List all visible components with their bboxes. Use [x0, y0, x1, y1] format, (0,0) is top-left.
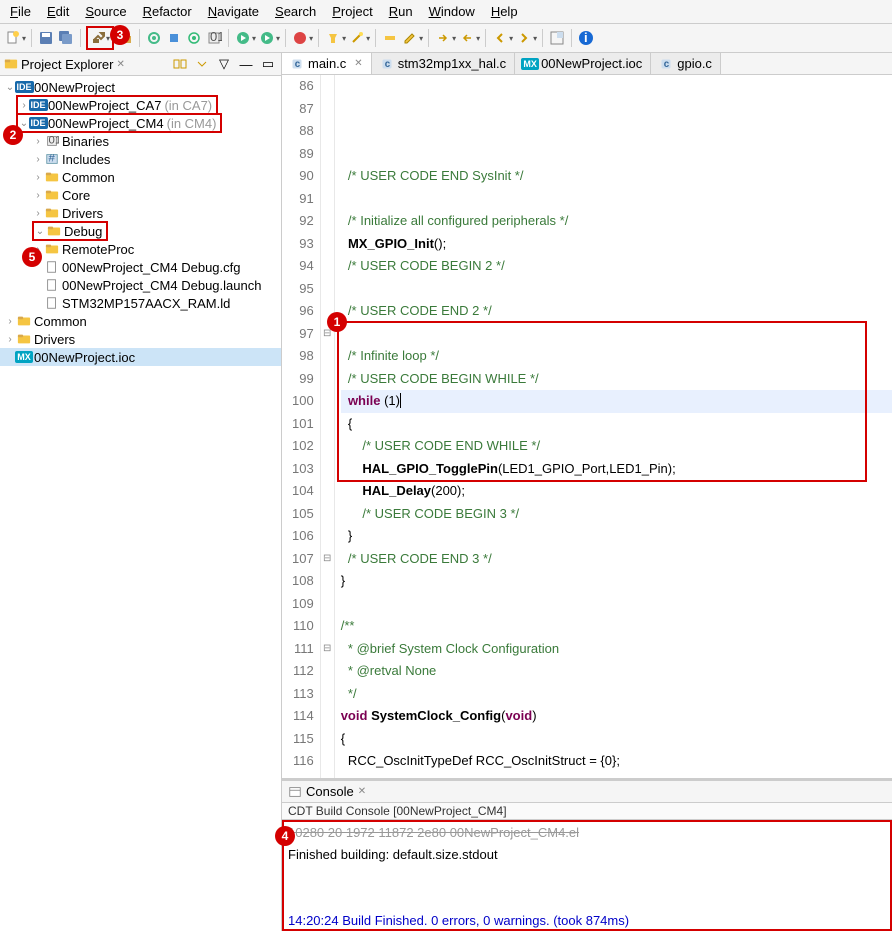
svg-text:01: 01	[49, 135, 60, 147]
menu-navigate[interactable]: Navigate	[202, 2, 265, 21]
menubar: FileEditSource RefactorNavigateSearchProj…	[0, 0, 892, 24]
stop-icon[interactable]	[291, 29, 309, 47]
menu-edit[interactable]: Edit	[41, 2, 75, 21]
menu-source[interactable]: Source	[79, 2, 132, 21]
debug-button[interactable]	[234, 29, 252, 47]
new-dropdown[interactable]: ▾	[22, 34, 26, 43]
editor-tab[interactable]: MX00NewProject.ioc	[515, 53, 651, 74]
tree-item[interactable]: 00NewProject_CM4 Debug.cfg	[0, 258, 281, 276]
binary-icon[interactable]: 010	[205, 29, 223, 47]
project-explorer: Project Explorer ✕ ▽ — ▭ ⌄IDE00NewProjec…	[0, 53, 282, 931]
tree-item[interactable]: STM32MP157AACX_RAM.ld	[0, 294, 281, 312]
forward-icon[interactable]	[515, 29, 533, 47]
annotation-badge-2: 2	[3, 125, 23, 145]
flashlight-icon[interactable]	[324, 29, 342, 47]
tree-item[interactable]: 00NewProject_CM4 Debug.launch	[0, 276, 281, 294]
annotation-badge-5: 5	[22, 247, 42, 267]
perspective-icon[interactable]	[548, 29, 566, 47]
annotation-badge-3: 3	[110, 25, 130, 45]
tree-item[interactable]: ›IDE00NewProject_CA7(in CA7)	[0, 96, 281, 114]
editor-tab[interactable]: cmain.c✕	[282, 53, 372, 74]
svg-text:#: #	[49, 153, 56, 165]
wand-icon[interactable]	[348, 29, 366, 47]
tree-item[interactable]: ›Drivers	[0, 330, 281, 348]
tree-item[interactable]: ⌄Debug	[0, 222, 281, 240]
collapse-icon[interactable]	[193, 55, 211, 73]
tree-item[interactable]: ›01Binaries	[0, 132, 281, 150]
console-icon	[288, 785, 302, 799]
explorer-title: Project Explorer ✕	[4, 57, 171, 72]
menu-window[interactable]: Window	[423, 2, 481, 21]
menu-help[interactable]: Help	[485, 2, 524, 21]
tree-item[interactable]: ›RemoteProc	[0, 240, 281, 258]
svg-text:010: 010	[210, 30, 222, 44]
pencil-icon[interactable]	[401, 29, 419, 47]
svg-text:i: i	[584, 30, 588, 45]
console-tab-label[interactable]: Console	[306, 784, 354, 799]
gear-icon[interactable]	[145, 29, 163, 47]
prev-annotation-icon[interactable]	[458, 29, 476, 47]
editor-tab[interactable]: cgpio.c	[651, 53, 721, 74]
filter-icon[interactable]: ▽	[215, 55, 233, 73]
tree-item[interactable]: ⌄IDE00NewProject_CM4(in CM4)	[0, 114, 281, 132]
save-all-button[interactable]	[57, 29, 75, 47]
toolbar: ▾ ▾ 010 ▾ ▾ ▾ ▾ ▾ ▾ ▾ ▾ ▾ ▾ i	[0, 24, 892, 53]
menu-run[interactable]: Run	[383, 2, 419, 21]
svg-text:c: c	[384, 59, 390, 70]
new-button[interactable]	[4, 29, 22, 47]
maximize-icon[interactable]: ▭	[259, 55, 277, 73]
tree-item[interactable]: ›Common	[0, 312, 281, 330]
minimize-icon[interactable]: —	[237, 55, 255, 73]
annotation-badge-1: 1	[327, 312, 347, 332]
editor-tabs: cmain.c✕cstm32mp1xx_hal.cMX00NewProject.…	[282, 53, 892, 75]
tree-item[interactable]: ›Common	[0, 168, 281, 186]
svg-text:c: c	[664, 59, 670, 70]
menu-project[interactable]: Project	[326, 2, 378, 21]
link-editor-icon[interactable]	[171, 55, 189, 73]
tree-item[interactable]: MX00NewProject.ioc	[0, 348, 281, 366]
back-icon[interactable]	[491, 29, 509, 47]
annotation-badge-4: 4	[275, 826, 295, 846]
run-button[interactable]	[258, 29, 276, 47]
menu-file[interactable]: File	[4, 2, 37, 21]
tree-item[interactable]: ›Core	[0, 186, 281, 204]
tree-item[interactable]: ⌄IDE00NewProject	[0, 78, 281, 96]
code-editor[interactable]: 8687888990919293949596979899100101102103…	[282, 75, 892, 778]
menu-search[interactable]: Search	[269, 2, 322, 21]
console-subtitle: CDT Build Console [00NewProject_CM4]	[282, 803, 892, 820]
tree-item[interactable]: ›Drivers	[0, 204, 281, 222]
marker-icon[interactable]	[381, 29, 399, 47]
console-output[interactable]: 10280 20 1972 11872 2e80 00NewProject_CM…	[282, 820, 892, 931]
info-icon[interactable]: i	[577, 29, 595, 47]
tree-item[interactable]: ›#Includes	[0, 150, 281, 168]
target-icon[interactable]	[185, 29, 203, 47]
menu-refactor[interactable]: Refactor	[137, 2, 198, 21]
chip-icon[interactable]	[165, 29, 183, 47]
svg-text:c: c	[295, 59, 301, 70]
save-button[interactable]	[37, 29, 55, 47]
next-annotation-icon[interactable]	[434, 29, 452, 47]
editor-tab[interactable]: cstm32mp1xx_hal.c	[372, 53, 515, 74]
console-panel: Console ✕ CDT Build Console [00NewProjec…	[282, 778, 892, 931]
editor-area: cmain.c✕cstm32mp1xx_hal.cMX00NewProject.…	[282, 53, 892, 931]
